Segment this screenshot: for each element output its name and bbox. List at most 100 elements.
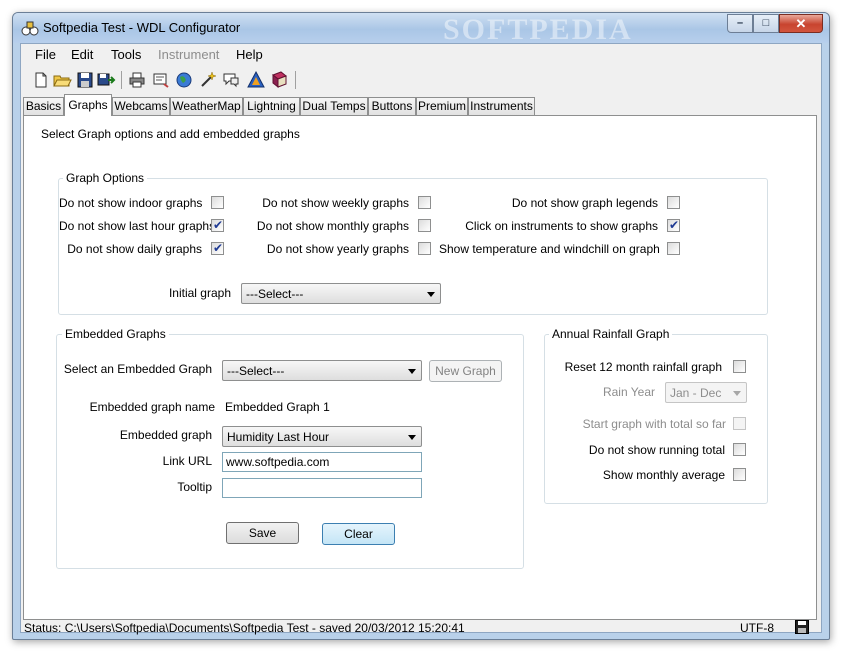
checkmark-icon: ✔	[213, 218, 224, 232]
tab-graphs[interactable]: Graphs	[64, 94, 112, 116]
clear-button[interactable]: Clear	[322, 523, 395, 545]
maximize-button[interactable]: □	[753, 14, 779, 33]
graph-options-legend: Graph Options	[63, 171, 148, 185]
embedded-graph-type-label: Embedded graph	[119, 428, 212, 442]
open-folder-icon[interactable]	[52, 70, 72, 90]
chevron-down-icon	[408, 435, 416, 440]
embedded-graphs-group: Embedded Graphs Select an Embedded Graph…	[56, 327, 524, 569]
yearly-graphs-checkbox[interactable]	[418, 242, 431, 255]
graph-options-group: Graph Options Do not show indoor graphs …	[58, 171, 768, 315]
maximize-icon: □	[762, 17, 770, 29]
disk-icon	[795, 620, 809, 634]
close-icon: ✕	[795, 16, 807, 31]
tab-basics[interactable]: Basics	[23, 97, 64, 115]
embedded-graph-select-value: ---Select---	[227, 364, 285, 378]
book-icon[interactable]	[269, 70, 289, 90]
tab-lightning[interactable]: Lightning	[243, 97, 300, 115]
app-icon	[21, 21, 39, 36]
tab-buttons[interactable]: Buttons	[368, 97, 416, 115]
checkmark-icon: ✔	[213, 241, 224, 255]
status-text: Status: C:\Users\Softpedia\Documents\Sof…	[24, 621, 465, 635]
tab-premium[interactable]: Premium	[416, 97, 468, 115]
daily-graphs-label: Do not show daily graphs	[67, 242, 202, 256]
embedded-graphs-legend: Embedded Graphs	[62, 327, 169, 341]
click-instruments-label: Click on instruments to show graphs	[465, 219, 658, 233]
embedded-graph-select[interactable]: ---Select---	[222, 360, 422, 381]
close-button[interactable]: ✕	[779, 14, 823, 33]
embedded-graph-type-select[interactable]: Humidity Last Hour	[222, 426, 422, 447]
tooltip-input[interactable]	[222, 478, 422, 498]
annual-rainfall-legend: Annual Rainfall Graph	[549, 327, 673, 341]
menu-edit[interactable]: Edit	[71, 47, 93, 62]
app-window: Softpedia Test - WDL Configurator SOFTPE…	[12, 12, 830, 640]
graph-legends-label: Do not show graph legends	[511, 196, 658, 210]
embedded-graph-type-value: Humidity Last Hour	[227, 430, 330, 444]
select-embedded-graph-label: Select an Embedded Graph	[63, 362, 212, 376]
menu-instrument[interactable]: Instrument	[158, 47, 219, 62]
temp-windchill-checkbox[interactable]	[667, 242, 680, 255]
tab-instruments[interactable]: Instruments	[468, 97, 535, 115]
minimize-icon: –	[736, 17, 744, 29]
menu-tools[interactable]: Tools	[111, 47, 141, 62]
weekly-graphs-checkbox[interactable]	[418, 196, 431, 209]
chevron-down-icon	[408, 369, 416, 374]
initial-graph-select[interactable]: ---Select---	[241, 283, 441, 304]
monthly-graphs-label: Do not show monthly graphs	[256, 219, 409, 233]
start-total-checkbox[interactable]	[733, 417, 746, 430]
print-icon[interactable]	[127, 70, 147, 90]
last-hour-graphs-checkbox[interactable]: ✔	[211, 218, 224, 232]
embedded-graph-name-value: Embedded Graph 1	[225, 400, 330, 414]
chevron-down-icon	[733, 391, 741, 396]
monthly-graphs-checkbox[interactable]	[418, 219, 431, 232]
tab-webcams[interactable]: Webcams	[112, 97, 170, 115]
save-as-icon[interactable]	[96, 70, 116, 90]
title-bar[interactable]: Softpedia Test - WDL Configurator SOFTPE…	[13, 13, 829, 46]
rain-year-label: Rain Year	[602, 385, 655, 399]
tab-strip: Basics Graphs Webcams WeatherMap Lightni…	[21, 94, 821, 116]
tooltip-label: Tooltip	[177, 480, 212, 494]
graphs-tab-panel: Select Graph options and add embedded gr…	[23, 115, 817, 620]
globe-icon[interactable]	[174, 70, 194, 90]
embedded-graph-name-label: Embedded graph name	[89, 400, 215, 414]
save-icon[interactable]	[75, 70, 95, 90]
yearly-graphs-label: Do not show yearly graphs	[266, 242, 409, 256]
running-total-checkbox[interactable]	[733, 443, 746, 456]
monthly-average-label: Show monthly average	[602, 468, 725, 482]
link-url-label: Link URL	[162, 454, 212, 468]
weekly-graphs-label: Do not show weekly graphs	[262, 196, 409, 210]
last-hour-graphs-label: Do not show last hour graphs	[59, 219, 216, 233]
menu-help[interactable]: Help	[236, 47, 263, 62]
client-area: File Edit Tools Instrument Help Basics G…	[20, 43, 822, 635]
monthly-average-checkbox[interactable]	[733, 468, 746, 481]
reset-rainfall-label: Reset 12 month rainfall graph	[564, 360, 722, 374]
indoor-graphs-label: Do not show indoor graphs	[59, 196, 203, 210]
settings-wand-icon[interactable]	[198, 70, 218, 90]
minimize-button[interactable]: –	[727, 14, 753, 33]
graph-legends-checkbox[interactable]	[667, 196, 680, 209]
tab-dual-temps[interactable]: Dual Temps	[300, 97, 368, 115]
initial-graph-label: Initial graph	[168, 286, 231, 300]
new-graph-button[interactable]: New Graph	[429, 360, 502, 382]
link-url-input[interactable]: www.softpedia.com	[222, 452, 422, 472]
window-title: Softpedia Test - WDL Configurator	[43, 20, 241, 35]
click-instruments-checkbox[interactable]: ✔	[667, 218, 680, 232]
reset-rainfall-checkbox[interactable]	[733, 360, 746, 373]
toolbar-separator	[121, 71, 122, 89]
start-total-label: Start graph with total so far	[582, 417, 726, 431]
daily-graphs-checkbox[interactable]: ✔	[211, 241, 224, 255]
rain-year-select[interactable]: Jan - Dec	[665, 382, 747, 403]
chat-icon[interactable]	[221, 70, 241, 90]
indoor-graphs-checkbox[interactable]	[211, 196, 224, 209]
toolbar-separator	[295, 71, 296, 89]
tab-weathermap[interactable]: WeatherMap	[170, 97, 243, 115]
menu-file[interactable]: File	[35, 47, 56, 62]
annual-rainfall-group: Annual Rainfall Graph Reset 12 month rai…	[544, 327, 768, 504]
running-total-label: Do not show running total	[588, 443, 725, 457]
chevron-down-icon	[427, 292, 435, 297]
status-bar: Status: C:\Users\Softpedia\Documents\Sof…	[21, 620, 821, 635]
toolbar	[21, 68, 821, 92]
new-file-icon[interactable]	[31, 70, 51, 90]
save-button[interactable]: Save	[226, 522, 299, 544]
triangle-tool-icon[interactable]	[246, 70, 266, 90]
preview-icon[interactable]	[151, 70, 171, 90]
